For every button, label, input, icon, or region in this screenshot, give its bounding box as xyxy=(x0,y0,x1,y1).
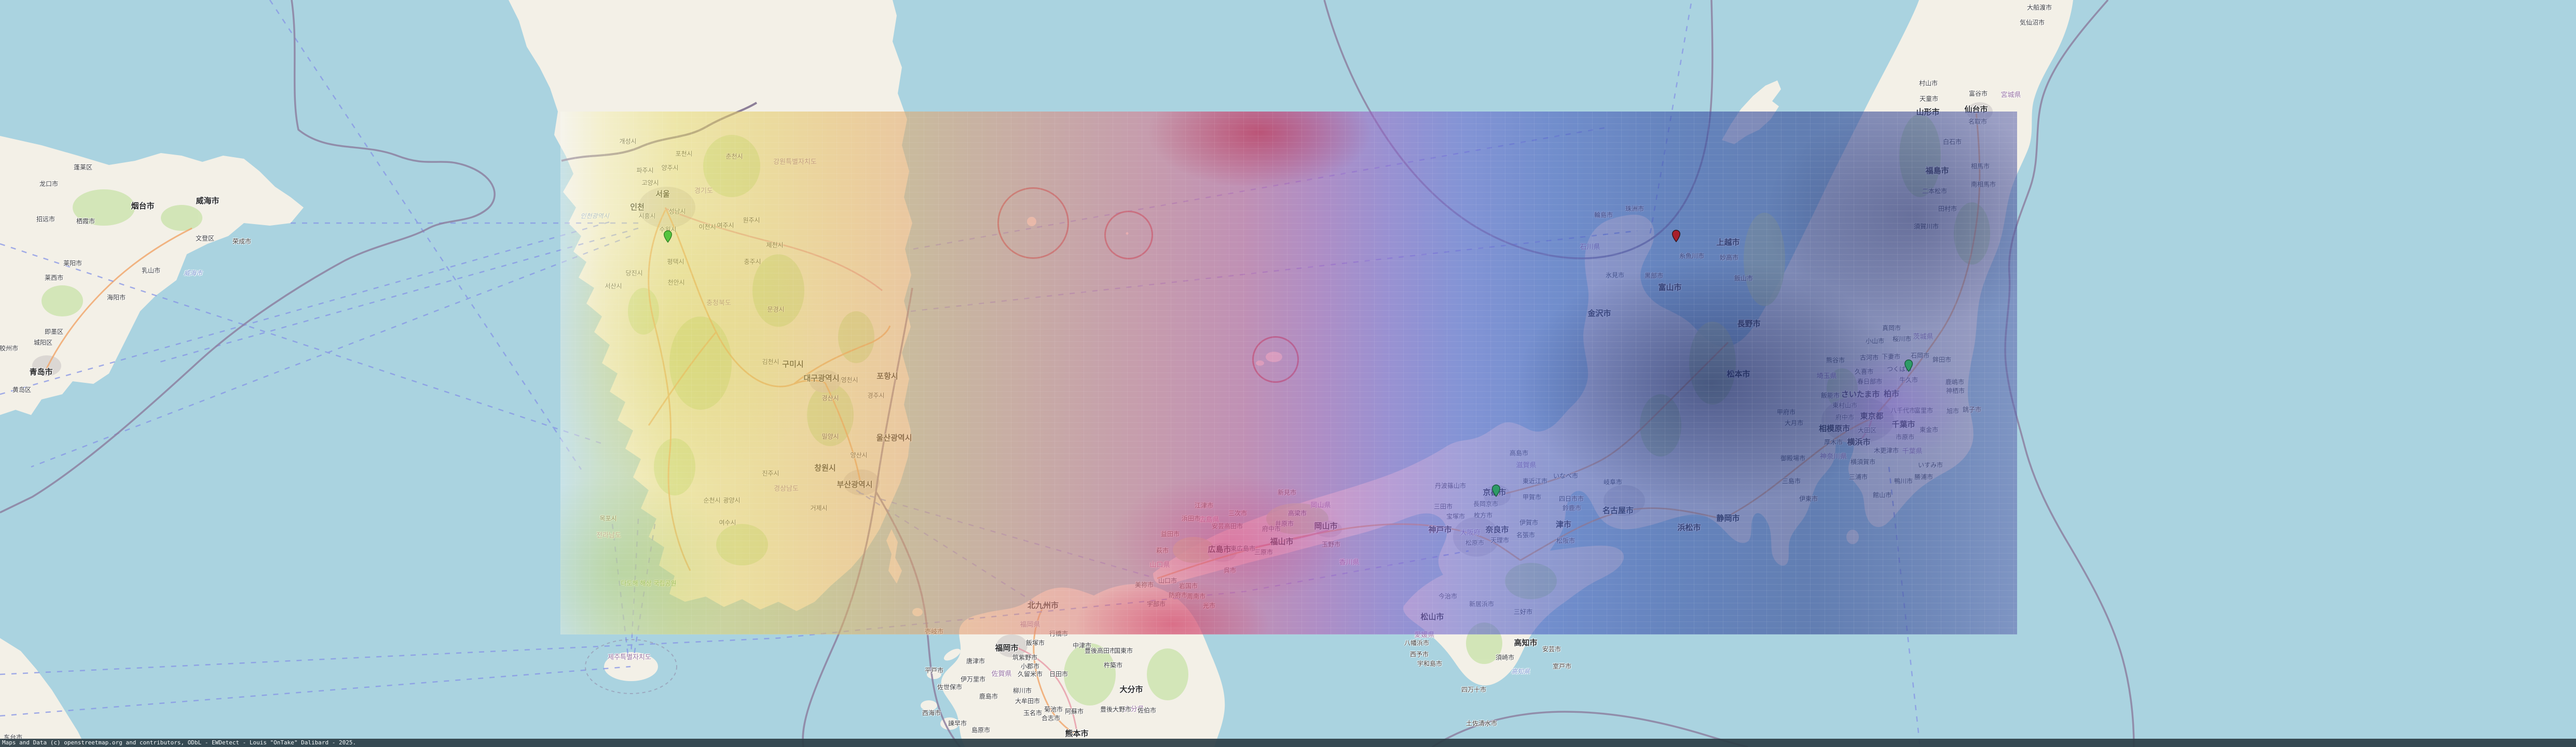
pin-itoigawa-red[interactable] xyxy=(1672,230,1680,242)
markers-layer xyxy=(0,0,2576,747)
attribution-text: Maps and Data (c) openstreetmap.org and … xyxy=(2,739,356,746)
map-viewport[interactable]: 서울인천고양시파주시양주시포천시개성시춘천시경기도강원특별자치도인천광역시성남시… xyxy=(0,0,2576,747)
pin-kyoto-green[interactable] xyxy=(1492,485,1500,497)
pin-tsukuba-green[interactable] xyxy=(1904,359,1913,372)
attribution-bar: Maps and Data (c) openstreetmap.org and … xyxy=(0,739,2576,747)
pin-osan-green[interactable] xyxy=(664,230,672,243)
